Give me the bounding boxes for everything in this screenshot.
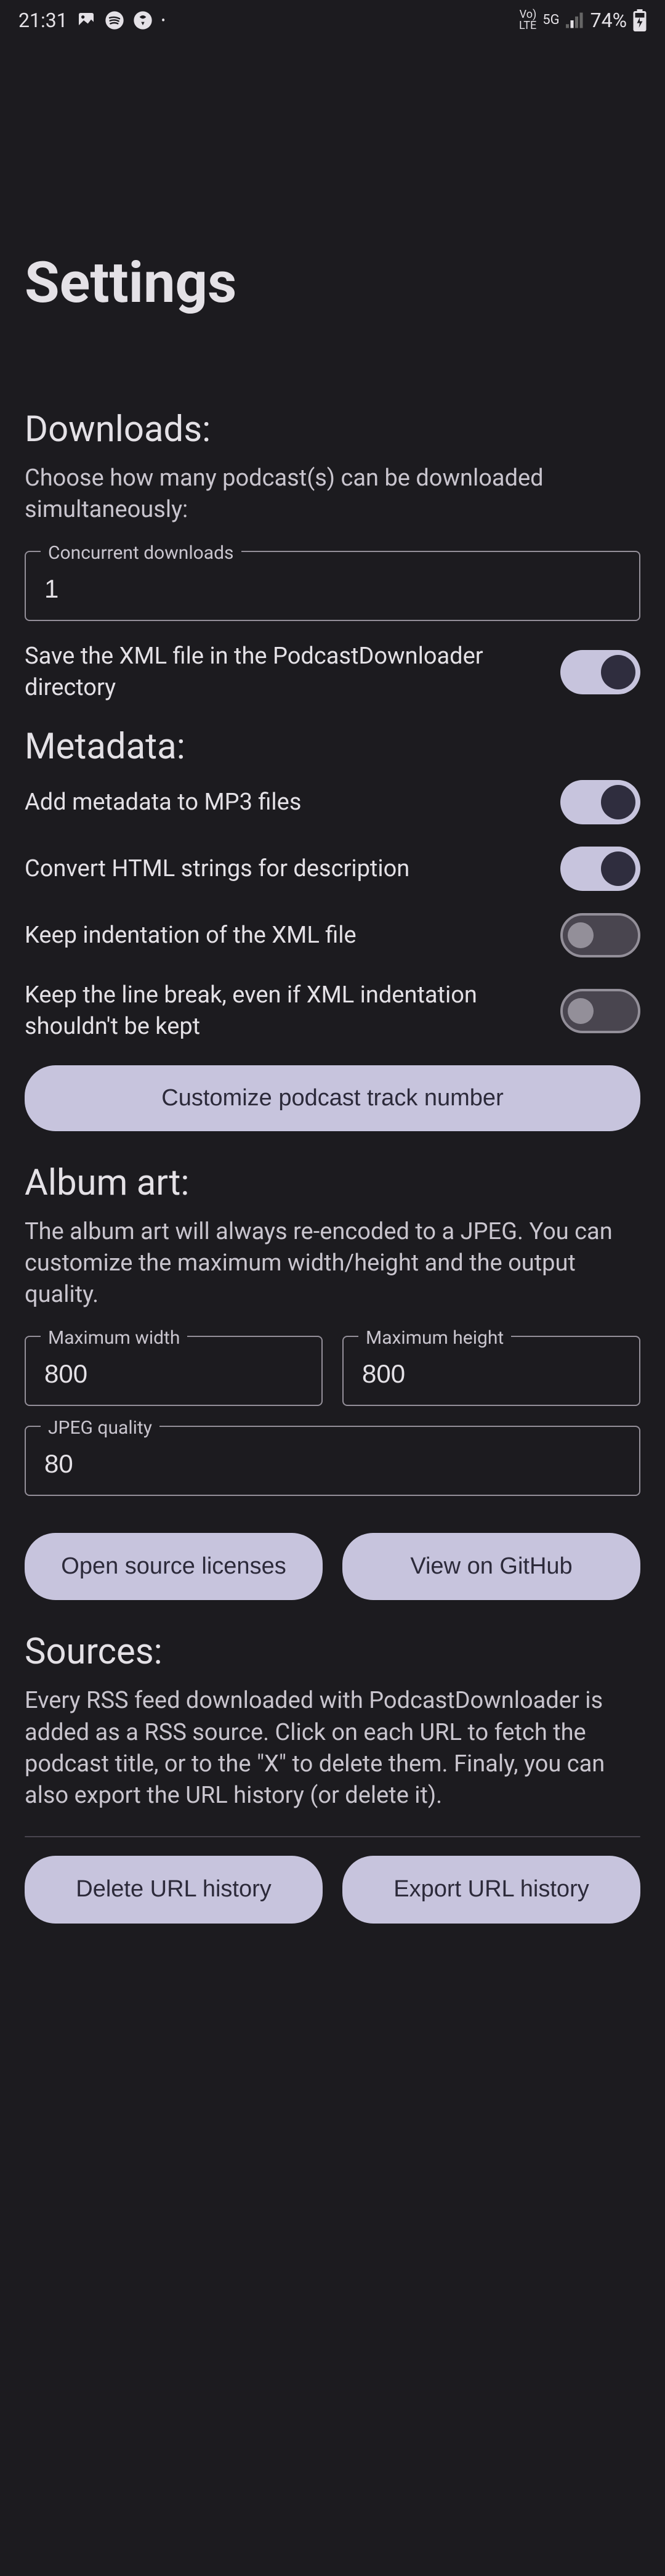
status-lte: LTE bbox=[519, 20, 536, 31]
album-art-title: Album art: bbox=[25, 1162, 640, 1204]
convert-html-label: Convert HTML strings for description bbox=[25, 853, 409, 885]
metadata-title: Metadata: bbox=[25, 726, 640, 768]
concurrent-downloads-label: Concurrent downloads bbox=[41, 542, 241, 564]
keep-linebreak-toggle[interactable] bbox=[560, 989, 640, 1033]
open-source-licenses-button[interactable]: Open source licenses bbox=[25, 1533, 323, 1601]
max-width-field[interactable]: Maximum width bbox=[25, 1336, 323, 1406]
album-art-desc: The album art will always re-encoded to … bbox=[25, 1216, 640, 1311]
signal-icon bbox=[566, 12, 584, 28]
save-xml-toggle[interactable] bbox=[560, 650, 640, 694]
status-battery-pct: 74% bbox=[590, 9, 627, 32]
max-height-input[interactable] bbox=[362, 1359, 621, 1389]
spotify-icon bbox=[105, 10, 124, 30]
battery-icon bbox=[633, 9, 647, 31]
customize-track-button[interactable]: Customize podcast track number bbox=[25, 1065, 640, 1131]
dot-icon: • bbox=[161, 13, 166, 28]
max-width-input[interactable] bbox=[44, 1359, 303, 1389]
concurrent-downloads-field[interactable]: Concurrent downloads bbox=[25, 551, 640, 621]
view-github-button[interactable]: View on GitHub bbox=[342, 1533, 640, 1601]
sources-title: Sources: bbox=[25, 1631, 640, 1673]
keep-indent-label: Keep indentation of the XML file bbox=[25, 920, 357, 951]
downloads-desc: Choose how many podcast(s) can be downlo… bbox=[25, 463, 640, 526]
keep-linebreak-label: Keep the line break, even if XML indenta… bbox=[25, 980, 542, 1043]
status-right: Vo) LTE 5G 74% bbox=[519, 9, 647, 32]
image-icon bbox=[76, 10, 96, 30]
page-title: Settings bbox=[25, 250, 640, 316]
status-bar: 21:31 • Vo) LTE 5G 74% bbox=[0, 0, 665, 41]
status-5g: 5G bbox=[542, 14, 559, 27]
status-time: 21:31 bbox=[18, 9, 68, 32]
sources-desc: Every RSS feed downloaded with PodcastDo… bbox=[25, 1685, 640, 1811]
status-left: 21:31 • bbox=[18, 9, 165, 32]
add-metadata-label: Add metadata to MP3 files bbox=[25, 787, 301, 818]
app-icon bbox=[133, 10, 153, 30]
jpeg-quality-field[interactable]: JPEG quality bbox=[25, 1426, 640, 1496]
add-metadata-toggle[interactable] bbox=[560, 780, 640, 824]
sources-divider bbox=[25, 1836, 640, 1837]
max-height-label: Maximum height bbox=[358, 1327, 511, 1349]
concurrent-downloads-input[interactable] bbox=[44, 574, 621, 604]
convert-html-toggle[interactable] bbox=[560, 847, 640, 891]
delete-url-history-button[interactable]: Delete URL history bbox=[25, 1856, 323, 1924]
jpeg-quality-label: JPEG quality bbox=[41, 1417, 159, 1439]
downloads-title: Downloads: bbox=[25, 408, 640, 450]
max-height-field[interactable]: Maximum height bbox=[342, 1336, 640, 1406]
export-url-history-button[interactable]: Export URL history bbox=[342, 1856, 640, 1924]
keep-indent-toggle[interactable] bbox=[560, 913, 640, 957]
jpeg-quality-input[interactable] bbox=[44, 1449, 621, 1479]
save-xml-label: Save the XML file in the PodcastDownload… bbox=[25, 641, 542, 704]
max-width-label: Maximum width bbox=[41, 1327, 187, 1349]
